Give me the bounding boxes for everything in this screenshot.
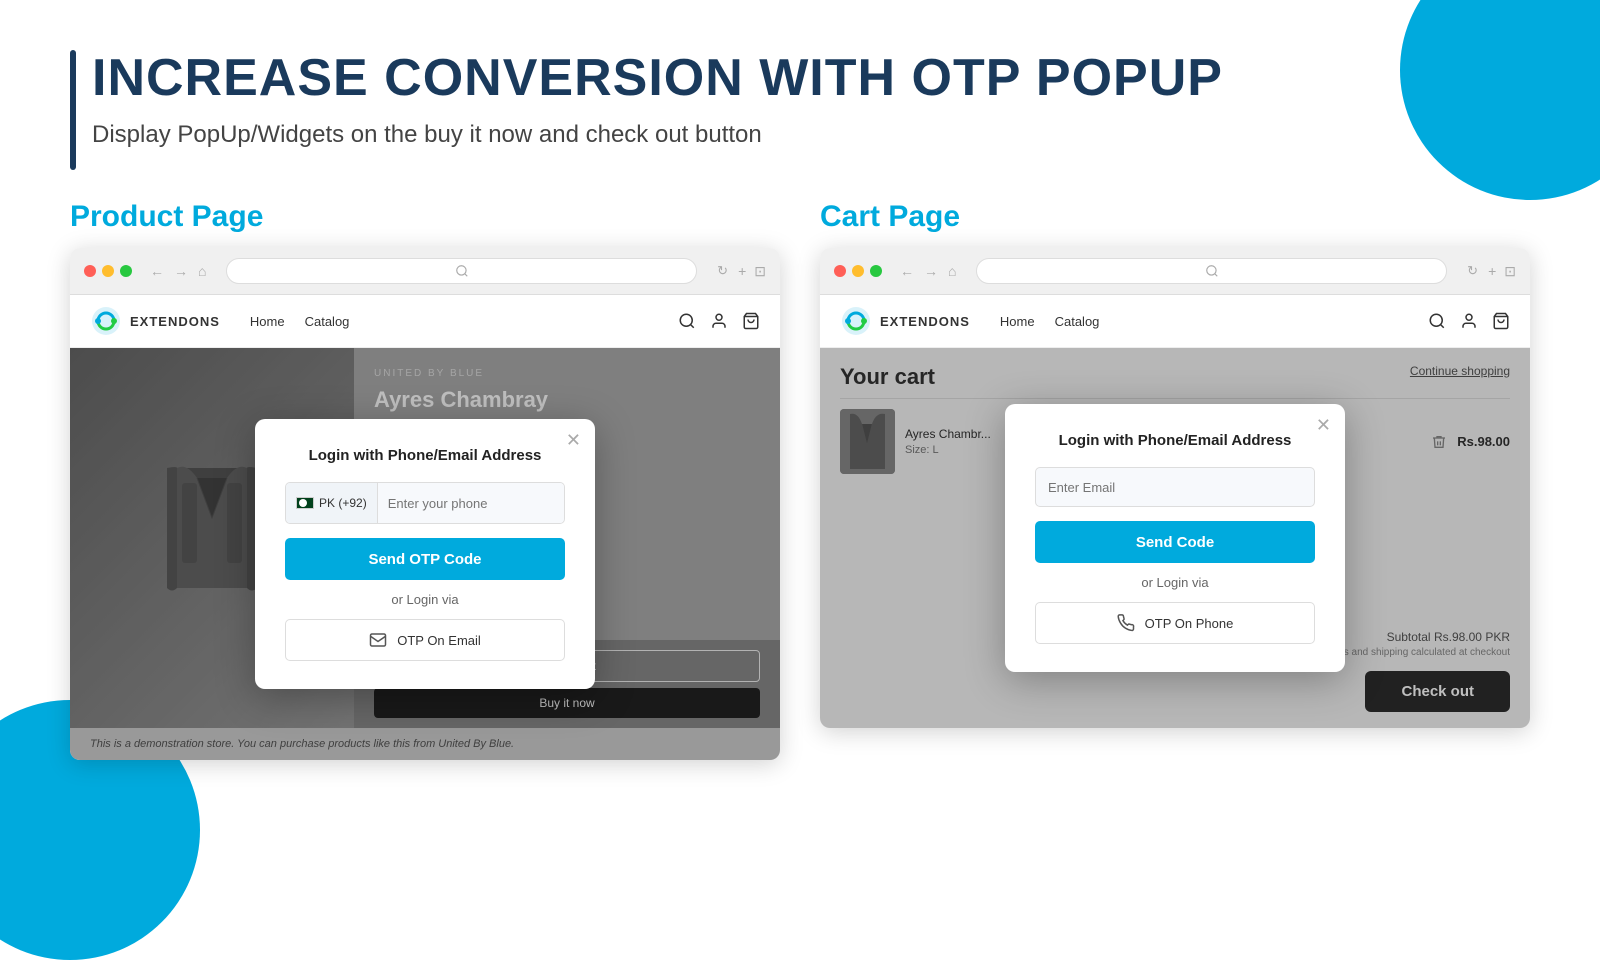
cart-section-label: Cart Page [820,200,1530,234]
cart-cart-icon[interactable] [1492,312,1510,330]
product-popup-close[interactable]: ✕ [566,431,581,449]
cart-browser-nav[interactable]: ← → ⌂ [900,263,956,279]
email-icon [369,631,387,649]
dot-yellow [102,265,114,277]
cart-or-text: or Login via [1035,575,1315,590]
cart-nav-home[interactable]: ⌂ [948,263,956,279]
cart-dot-green [870,265,882,277]
user-icon[interactable] [710,312,728,330]
browser-nav[interactable]: ← → ⌂ [150,263,206,279]
product-browser-mockup: ← → ⌂ ↻ + ⊡ [70,248,780,760]
cart-nav-refresh[interactable]: ↻ [1467,263,1478,279]
product-logo-text: EXTENDONS [130,314,220,329]
cart-nav-back[interactable]: ← [900,263,914,279]
cart-browser-addressbar[interactable] [976,258,1447,284]
logo-svg [90,305,122,337]
product-store-logo: EXTENDONS [90,305,220,337]
nav-refresh[interactable]: ↻ [717,263,728,279]
product-otp-email-label: OTP On Email [397,633,481,648]
cart-email-input[interactable] [1035,467,1315,507]
phone-icon [1117,614,1135,632]
product-page-column: Product Page ← → ⌂ [70,200,780,760]
product-popup-title: Login with Phone/Email Address [285,447,565,464]
cart-search-icon[interactable] [1428,312,1446,330]
nav-home-link[interactable]: Home [250,314,285,329]
cart-nav-forward[interactable]: → [924,263,938,279]
cart-nav-home-link[interactable]: Home [1000,314,1035,329]
cart-logo-svg [840,305,872,337]
product-otp-email-button[interactable]: OTP On Email [285,619,565,661]
cart-page-column: Cart Page ← → ⌂ [820,200,1530,760]
cart-otp-phone-label: OTP On Phone [1145,616,1234,631]
cart-browser-topbar: ← → ⌂ ↻ + ⊡ [820,248,1530,295]
product-store-navbar: EXTENDONS Home Catalog [70,295,780,348]
cart-nav-catalog-link[interactable]: Catalog [1055,314,1100,329]
product-content-area: UNITED BY BLUE Ayres Chambray XS S M L X… [70,348,780,760]
cart-logo-text: EXTENDONS [880,314,970,329]
nav-catalog-link[interactable]: Catalog [305,314,350,329]
cart-browser-mockup: ← → ⌂ ↻ + ⊡ [820,248,1530,728]
cart-user-icon[interactable] [1460,312,1478,330]
dot-green [120,265,132,277]
cart-store-icons [1428,312,1510,330]
product-browser-topbar: ← → ⌂ ↻ + ⊡ [70,248,780,295]
nav-home[interactable]: ⌂ [198,263,206,279]
header-text-block: INCREASE CONVERSION WITH OTP POPUP Displ… [92,50,1223,149]
product-phone-input-group: PK (+92) [285,482,565,524]
window-icon[interactable]: ⊡ [754,263,766,280]
search-small-icon [455,264,469,278]
product-nav-links: Home Catalog [250,314,350,329]
main-title: INCREASE CONVERSION WITH OTP POPUP [92,50,1223,107]
dot-red [84,265,96,277]
header-section: INCREASE CONVERSION WITH OTP POPUP Displ… [70,50,1530,170]
cart-otp-phone-button[interactable]: OTP On Phone [1035,602,1315,644]
search-icon[interactable] [678,312,696,330]
cart-send-code-button[interactable]: Send Code [1035,521,1315,563]
product-or-text: or Login via [285,592,565,607]
cart-browser-actions: + ⊡ [1488,263,1516,280]
cart-store-logo: EXTENDONS [840,305,970,337]
cart-browser-dots [834,265,882,277]
phone-country-code: PK (+92) [319,496,367,510]
sub-title: Display PopUp/Widgets on the buy it now … [92,121,1223,149]
product-section-label: Product Page [70,200,780,234]
product-phone-prefix: PK (+92) [286,483,378,523]
product-popup-modal: ✕ Login with Phone/Email Address PK (+92… [255,419,595,689]
cart-popup-modal: ✕ Login with Phone/Email Address Send Co… [1005,404,1345,672]
nav-back[interactable]: ← [150,263,164,279]
product-phone-input[interactable] [378,483,565,523]
cart-search-small-icon [1205,264,1219,278]
columns-container: Product Page ← → ⌂ [70,200,1530,760]
nav-forward[interactable]: → [174,263,188,279]
cart-new-tab-icon[interactable]: + [1488,263,1496,280]
cart-icon[interactable] [742,312,760,330]
cart-content-area: Your cart Continue shopping [820,348,1530,728]
browser-addressbar[interactable] [226,258,697,284]
pk-flag-icon [296,497,314,509]
cart-dot-yellow [852,265,864,277]
product-send-otp-button[interactable]: Send OTP Code [285,538,565,580]
cart-popup-title: Login with Phone/Email Address [1035,432,1315,449]
header-bar [70,50,76,170]
browser-dots [84,265,132,277]
product-store-icons [678,312,760,330]
cart-dot-red [834,265,846,277]
cart-store-navbar: EXTENDONS Home Catalog [820,295,1530,348]
browser-actions: + ⊡ [738,263,766,280]
cart-window-icon[interactable]: ⊡ [1504,263,1516,280]
cart-nav-links: Home Catalog [1000,314,1100,329]
new-tab-icon[interactable]: + [738,263,746,280]
cart-popup-close[interactable]: ✕ [1316,416,1331,434]
